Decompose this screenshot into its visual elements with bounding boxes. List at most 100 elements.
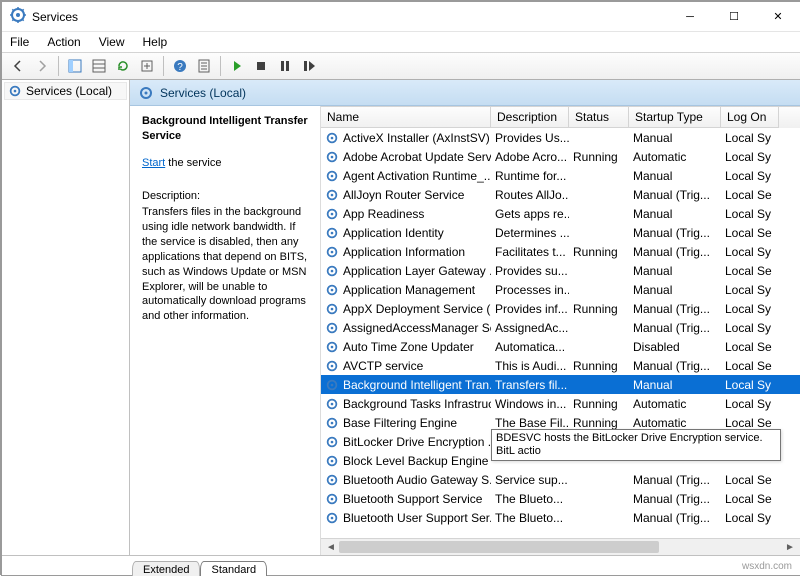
menu-action[interactable]: Action [43, 35, 84, 49]
table-row[interactable]: Bluetooth Audio Gateway S...Service sup.… [321, 470, 800, 489]
cell-description: The Blueto... [491, 508, 569, 527]
cell-startup: Manual (Trig... [629, 356, 721, 375]
tooltip: BDESVC hosts the BitLocker Drive Encrypt… [491, 429, 781, 461]
cell-name: AVCTP service [321, 356, 491, 375]
window-title: Services [32, 10, 668, 24]
cell-description: Automatica... [491, 337, 569, 356]
menu-help[interactable]: Help [139, 35, 172, 49]
table-row[interactable]: Application Layer Gateway ...Provides su… [321, 261, 800, 280]
description-text: Transfers files in the background using … [142, 205, 310, 324]
cell-logon: Local Sy [721, 128, 779, 147]
restart-service-button[interactable] [297, 55, 321, 77]
cell-status [569, 318, 629, 337]
cell-name: AllJoyn Router Service [321, 185, 491, 204]
cell-startup: Automatic [629, 394, 721, 413]
refresh-button[interactable] [111, 55, 135, 77]
cell-logon: Local Se [721, 261, 779, 280]
pause-service-button[interactable] [273, 55, 297, 77]
cell-description: AssignedAc... [491, 318, 569, 337]
menu-bar: File Action View Help [2, 32, 800, 52]
cell-name: Base Filtering Engine [321, 413, 491, 432]
cell-logon: Local Se [721, 185, 779, 204]
table-row[interactable]: Bluetooth Support ServiceThe Blueto...Ma… [321, 489, 800, 508]
table-row[interactable]: AppX Deployment Service (...Provides inf… [321, 299, 800, 318]
column-name[interactable]: Name [321, 107, 491, 128]
cell-logon: Local Sy [721, 242, 779, 261]
cell-description: Service sup... [491, 470, 569, 489]
show-hide-tree-button[interactable] [63, 55, 87, 77]
cell-name: Bluetooth Audio Gateway S... [321, 470, 491, 489]
cell-status [569, 166, 629, 185]
column-description[interactable]: Description [491, 107, 569, 128]
tab-extended[interactable]: Extended [132, 561, 200, 576]
cell-status [569, 280, 629, 299]
column-status[interactable]: Status [569, 107, 629, 128]
cell-status: Running [569, 147, 629, 166]
tab-standard[interactable]: Standard [200, 561, 267, 576]
cell-status: Running [569, 242, 629, 261]
cell-name: Bluetooth Support Service [321, 489, 491, 508]
cell-logon: Local Sy [721, 204, 779, 223]
scroll-thumb[interactable] [339, 541, 659, 553]
cell-name: App Readiness [321, 204, 491, 223]
cell-status: Running [569, 299, 629, 318]
column-startup[interactable]: Startup Type [629, 107, 721, 128]
maximize-button[interactable]: ☐ [712, 2, 756, 31]
minimize-button[interactable]: ─ [668, 2, 712, 31]
cell-startup: Manual [629, 261, 721, 280]
stop-service-button[interactable] [249, 55, 273, 77]
table-row[interactable]: Agent Activation Runtime_...Runtime for.… [321, 166, 800, 185]
cell-name: Bluetooth User Support Ser... [321, 508, 491, 527]
nav-services-local[interactable]: Services (Local) [4, 82, 127, 100]
start-service-button[interactable] [225, 55, 249, 77]
nav-tree[interactable]: Services (Local) [2, 80, 130, 555]
cell-status [569, 337, 629, 356]
table-row[interactable]: Application ManagementProcesses in...Man… [321, 280, 800, 299]
table-row[interactable]: Background Tasks Infrastruc...Windows in… [321, 394, 800, 413]
table-row[interactable]: App ReadinessGets apps re...ManualLocal … [321, 204, 800, 223]
table-row[interactable]: Bluetooth User Support Ser...The Blueto.… [321, 508, 800, 527]
table-row[interactable]: Application InformationFacilitates t...R… [321, 242, 800, 261]
toolbar-separator [163, 56, 164, 76]
back-button[interactable] [6, 55, 30, 77]
cell-status: Running [569, 356, 629, 375]
close-button[interactable]: ✕ [756, 2, 800, 31]
table-row[interactable]: Adobe Acrobat Update Serv...Adobe Acro..… [321, 147, 800, 166]
start-service-link[interactable]: Start [142, 157, 165, 169]
table-row[interactable]: ActiveX Installer (AxInstSV)Provides Us.… [321, 128, 800, 147]
menu-file[interactable]: File [6, 35, 33, 49]
cell-name: BitLocker Drive Encryption ... [321, 432, 491, 451]
cell-description: This is Audi... [491, 356, 569, 375]
export-list-button[interactable] [87, 55, 111, 77]
table-row[interactable]: Background Intelligent Tran...Transfers … [321, 375, 800, 394]
cell-status [569, 185, 629, 204]
cell-logon: Local Sy [721, 166, 779, 185]
horizontal-scrollbar[interactable]: ◄ ► [321, 538, 800, 555]
services-grid[interactable]: Name Description Status Startup Type Log… [320, 106, 800, 555]
help-button[interactable]: ? [168, 55, 192, 77]
cell-logon: Local Sy [721, 394, 779, 413]
table-row[interactable]: Application IdentityDetermines ...Manual… [321, 223, 800, 242]
forward-button[interactable] [30, 55, 54, 77]
scroll-right-icon[interactable]: ► [782, 542, 798, 553]
cell-status [569, 375, 629, 394]
cell-name: Background Intelligent Tran... [321, 375, 491, 394]
cell-description: Provides inf... [491, 299, 569, 318]
cell-startup: Manual (Trig... [629, 489, 721, 508]
export-button[interactable] [135, 55, 159, 77]
menu-view[interactable]: View [95, 35, 129, 49]
cell-description: Gets apps re... [491, 204, 569, 223]
cell-name: Application Layer Gateway ... [321, 261, 491, 280]
table-row[interactable]: AVCTP serviceThis is Audi...RunningManua… [321, 356, 800, 375]
cell-description: Provides su... [491, 261, 569, 280]
cell-startup: Manual (Trig... [629, 318, 721, 337]
cell-description: Provides Us... [491, 128, 569, 147]
table-row[interactable]: AllJoyn Router ServiceRoutes AllJo...Man… [321, 185, 800, 204]
scroll-left-icon[interactable]: ◄ [323, 542, 339, 553]
table-row[interactable]: AssignedAccessManager Se...AssignedAc...… [321, 318, 800, 337]
cell-name: Application Identity [321, 223, 491, 242]
column-logon[interactable]: Log On [721, 107, 779, 128]
properties-button[interactable] [192, 55, 216, 77]
table-row[interactable]: Auto Time Zone UpdaterAutomatica...Disab… [321, 337, 800, 356]
cell-description: Windows in... [491, 394, 569, 413]
